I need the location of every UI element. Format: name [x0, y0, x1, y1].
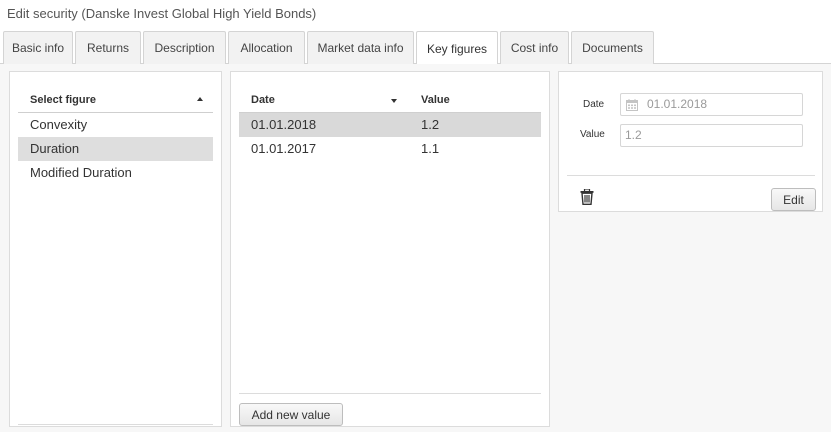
value-label: Value [580, 129, 605, 140]
detail-panel: Date 01.01.2018 Value 1.2 Edit [558, 71, 823, 212]
table-row[interactable]: 01.01.2018 1.2 [239, 113, 541, 137]
figure-list-header[interactable]: Select figure [18, 85, 213, 113]
figure-list-divider [18, 424, 213, 425]
row-value: 1.2 [421, 117, 440, 132]
tab-key-figures[interactable]: Key figures [416, 31, 498, 65]
figure-item-modified-duration[interactable]: Modified Duration [18, 161, 213, 185]
tab-basic-info[interactable]: Basic info [3, 31, 73, 64]
figure-item-duration[interactable]: Duration [18, 137, 213, 161]
window-title: Edit security (Danske Invest Global High… [7, 6, 317, 21]
value-column-header[interactable]: Value [421, 94, 450, 106]
tab-description[interactable]: Description [143, 31, 226, 64]
tab-bar: Basic info Returns Description Allocatio… [0, 31, 831, 65]
tab-market-data-info[interactable]: Market data info [307, 31, 414, 64]
row-date: 01.01.2017 [251, 141, 317, 156]
edit-button[interactable]: Edit [771, 188, 816, 211]
value-field-value: 1.2 [625, 128, 642, 142]
sort-ascending-icon[interactable] [197, 97, 203, 101]
add-new-value-button[interactable]: Add new value [239, 403, 343, 426]
table-row[interactable]: 01.01.2017 1.1 [239, 137, 541, 161]
figure-item-convexity[interactable]: Convexity [18, 113, 213, 137]
row-value: 1.1 [421, 141, 440, 156]
tab-allocation[interactable]: Allocation [228, 31, 305, 64]
date-label: Date [583, 99, 605, 110]
sort-descending-icon[interactable] [391, 99, 397, 103]
date-column-header[interactable]: Date [251, 94, 275, 106]
row-date: 01.01.2018 [251, 117, 317, 132]
values-panel: Date Value 01.01.2018 1.2 01.01.2017 1.1… [230, 71, 550, 427]
tab-returns[interactable]: Returns [75, 31, 141, 64]
figure-list-header-label: Select figure [30, 94, 97, 106]
date-field[interactable]: 01.01.2018 [620, 93, 803, 116]
tab-documents[interactable]: Documents [571, 31, 654, 64]
values-table-header: Date Value [239, 85, 541, 113]
detail-divider [567, 175, 815, 176]
trash-icon[interactable] [580, 189, 594, 205]
figure-list-panel: Select figure Convexity Duration Modifie… [9, 71, 222, 427]
calendar-icon [626, 99, 638, 111]
tab-content: Select figure Convexity Duration Modifie… [0, 64, 831, 432]
date-field-value: 01.01.2018 [647, 97, 708, 111]
value-field[interactable]: 1.2 [620, 124, 803, 147]
tab-cost-info[interactable]: Cost info [500, 31, 569, 64]
values-divider [239, 393, 541, 394]
